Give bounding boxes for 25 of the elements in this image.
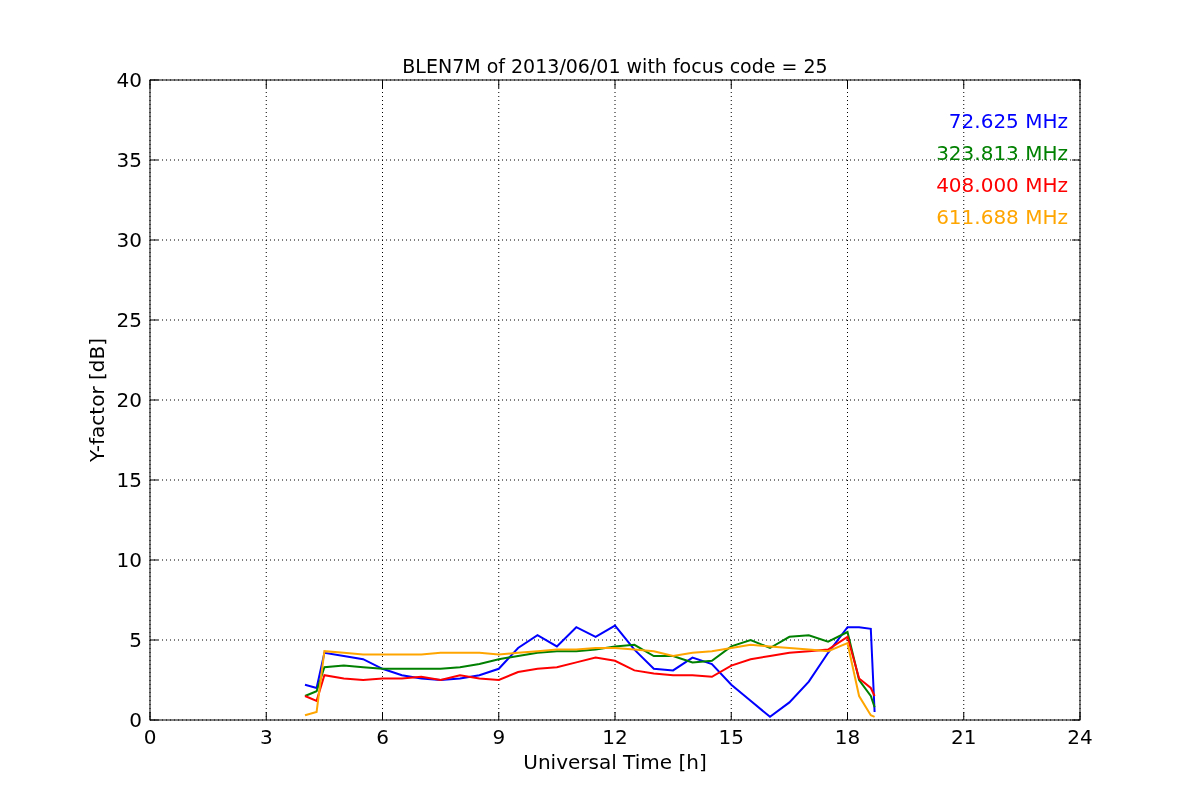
x-tick-label: 21 xyxy=(951,725,977,749)
y-tick-label: 5 xyxy=(129,628,142,652)
y-tick-label: 30 xyxy=(116,228,142,252)
y-axis-label: Y-factor [dB] xyxy=(85,338,109,462)
y-tick-label: 0 xyxy=(129,708,142,732)
x-tick-label: 9 xyxy=(492,725,506,749)
chart-title: BLEN7M of 2013/06/01 with focus code = 25 xyxy=(402,55,828,77)
y-tick-label: 35 xyxy=(116,148,142,172)
legend-label: 611.688 MHz xyxy=(936,205,1068,229)
x-tick-label: 0 xyxy=(143,725,157,749)
y-tick-label: 15 xyxy=(116,468,142,492)
y-tick-label: 25 xyxy=(116,308,142,332)
legend-label: 72.625 MHz xyxy=(948,109,1068,133)
x-tick-label: 12 xyxy=(602,725,628,749)
legend-label: 408.000 MHz xyxy=(936,173,1068,197)
y-tick-label: 10 xyxy=(116,548,142,572)
x-tick-label: 18 xyxy=(834,725,861,749)
legend-label: 323.813 MHz xyxy=(936,141,1068,165)
x-tick-label: 3 xyxy=(259,725,273,749)
x-tick-label: 6 xyxy=(376,725,389,749)
x-tick-label: 24 xyxy=(1067,725,1093,749)
y-tick-label: 40 xyxy=(116,68,142,92)
y-tick-label: 20 xyxy=(116,388,142,412)
x-axis-label: Universal Time [h] xyxy=(523,750,707,774)
x-tick-label: 15 xyxy=(718,725,744,749)
